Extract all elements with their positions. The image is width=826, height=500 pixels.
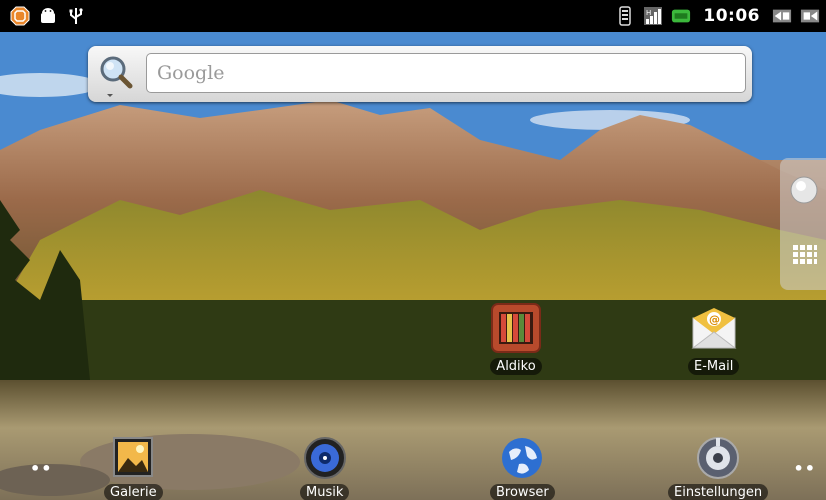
usb-icon[interactable] bbox=[66, 6, 86, 26]
app-label: Einstellungen bbox=[668, 484, 769, 500]
app-label: Musik bbox=[300, 484, 350, 500]
app-galerie[interactable]: Galerie bbox=[104, 436, 163, 500]
app-label: Galerie bbox=[104, 484, 163, 500]
app-einstellungen[interactable]: Einstellungen bbox=[668, 436, 769, 500]
android-icon[interactable] bbox=[38, 6, 58, 26]
settings-icon bbox=[695, 436, 741, 480]
vibrate-icon bbox=[615, 6, 635, 26]
home-screen: H 10:06 Google Aldiko @ E-Mail •• •• Gal… bbox=[0, 0, 826, 500]
screen-icon[interactable] bbox=[772, 6, 792, 26]
warning-icon[interactable] bbox=[10, 6, 30, 26]
search-input[interactable]: Google bbox=[146, 53, 746, 93]
app-label: Aldiko bbox=[490, 358, 542, 375]
app-label: Browser bbox=[490, 484, 555, 500]
svg-text:H: H bbox=[646, 9, 651, 17]
music-icon bbox=[302, 436, 348, 480]
svg-text:@: @ bbox=[709, 313, 720, 326]
gallery-icon bbox=[110, 436, 156, 480]
browser-globe-icon bbox=[499, 436, 545, 480]
side-launcher[interactable] bbox=[780, 158, 826, 290]
clock[interactable]: 10:06 bbox=[699, 6, 764, 26]
app-aldiko[interactable]: Aldiko bbox=[490, 302, 542, 375]
google-search-widget[interactable]: Google bbox=[88, 46, 752, 102]
search-icon[interactable] bbox=[92, 50, 140, 98]
page-indicator-left[interactable]: •• bbox=[30, 459, 52, 478]
email-icon: @ bbox=[689, 304, 739, 354]
aldiko-icon bbox=[490, 302, 542, 354]
app-musik[interactable]: Musik bbox=[300, 436, 350, 500]
page-indicator-right[interactable]: •• bbox=[794, 459, 816, 478]
volume-icon[interactable] bbox=[800, 6, 820, 26]
signal-icon: H bbox=[643, 6, 663, 26]
app-email[interactable]: @ E-Mail bbox=[688, 304, 740, 375]
app-drawer-icon[interactable] bbox=[792, 244, 818, 270]
app-browser[interactable]: Browser bbox=[490, 436, 555, 500]
globe-icon[interactable] bbox=[790, 176, 818, 204]
search-placeholder: Google bbox=[157, 62, 225, 84]
app-label: E-Mail bbox=[688, 358, 740, 375]
battery-icon bbox=[671, 6, 691, 26]
status-bar: H 10:06 bbox=[0, 0, 826, 32]
